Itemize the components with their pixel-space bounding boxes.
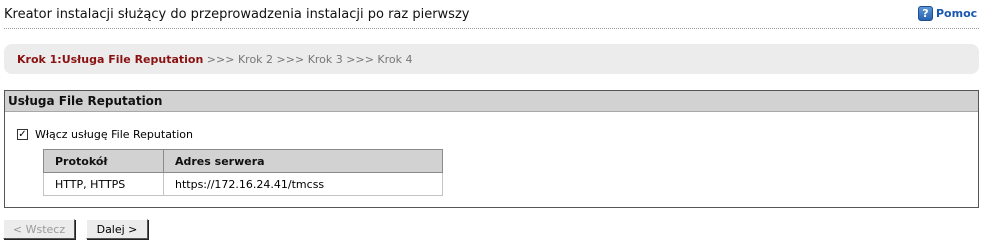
table-row: HTTP, HTTPS https://172.16.24.41/tmcss [43,172,443,196]
enable-file-reputation-checkbox[interactable]: ✓ [17,129,28,140]
panel-title: Usługa File Reputation [5,91,978,112]
header-protocol: Protokół [43,149,164,173]
back-button[interactable]: < Wstecz [3,219,75,239]
step-4: >>> Krok 4 [342,52,413,66]
cell-server-address: https://172.16.24.41/tmcss [163,172,443,196]
header-server-address: Adres serwera [163,149,443,173]
help-question-icon[interactable]: ? [918,5,933,21]
wizard-steps: Krok 1:Usługa File Reputation >>> Krok 2… [4,44,979,74]
page-title: Kreator instalacji służący do przeprowad… [4,7,470,22]
step-2: >>> Krok 2 [203,52,274,66]
next-button[interactable]: Dalej > [86,219,148,239]
cell-protocol: HTTP, HTTPS [43,172,164,196]
title-divider [4,28,979,29]
help-label[interactable]: Pomoc [936,7,977,20]
step-current: Krok 1:Usługa File Reputation [17,52,204,66]
enable-file-reputation-label[interactable]: Włącz usługę File Reputation [35,128,193,141]
help-link[interactable]: ? Pomoc [918,4,977,22]
enable-file-reputation-row[interactable]: ✓ Włącz usługę File Reputation [17,128,193,141]
table-header-row: Protokół Adres serwera [43,149,443,173]
step-3: >>> Krok 3 [273,52,343,66]
server-table: Protokół Adres serwera HTTP, HTTPS https… [43,149,443,196]
file-reputation-panel: Usługa File Reputation ✓ Włącz usługę Fi… [4,90,979,208]
